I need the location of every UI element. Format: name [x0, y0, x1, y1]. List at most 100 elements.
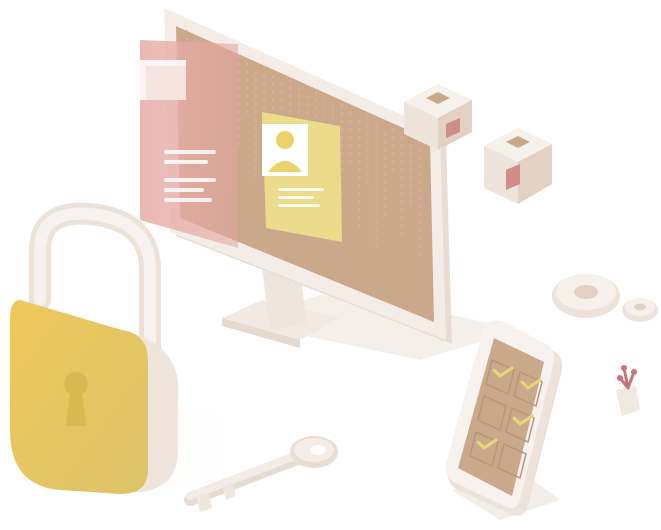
data-dot [409, 200, 412, 204]
data-dot [289, 95, 292, 99]
data-dot [323, 99, 326, 103]
data-dot [418, 188, 421, 192]
data-dot [418, 148, 421, 152]
data-dot [254, 174, 257, 178]
data-dot [418, 252, 421, 256]
data-dot [280, 83, 283, 87]
data-dot [392, 144, 395, 148]
data-dot [246, 102, 249, 106]
data-dot [358, 168, 360, 171]
data-dot [297, 87, 300, 91]
data-dot [263, 66, 266, 70]
data-dot [366, 124, 369, 128]
data-dot [358, 144, 360, 147]
data-dot [272, 91, 274, 94]
data-dot [409, 152, 412, 156]
data-dot [383, 164, 386, 168]
data-dot [375, 196, 378, 200]
data-dot [375, 204, 378, 208]
data-dot [418, 164, 421, 168]
data-dot [409, 184, 412, 188]
data-dot [315, 107, 317, 111]
data-dot [401, 184, 403, 188]
data-dot [383, 140, 386, 144]
data-dot [383, 196, 386, 200]
data-dot [418, 172, 421, 176]
data-dot [358, 176, 360, 179]
data-dot [349, 119, 352, 123]
data-dot [306, 95, 309, 99]
data-dot [358, 200, 360, 203]
data-dot [401, 232, 403, 236]
data-dot [375, 148, 378, 152]
data-dot [383, 212, 386, 216]
data-dot [375, 180, 378, 184]
data-dot [358, 120, 360, 123]
gear-icon [622, 298, 658, 322]
data-dot [349, 111, 352, 115]
data-dot [418, 228, 421, 232]
data-dot [254, 94, 257, 98]
data-dot [315, 115, 317, 119]
data-dot [272, 99, 274, 102]
data-dot [358, 192, 360, 195]
data-dot [375, 124, 378, 128]
data-dot [289, 111, 292, 115]
data-dot [254, 126, 257, 130]
data-dot [401, 192, 403, 196]
data-dot [246, 62, 249, 66]
data-dot [280, 99, 283, 103]
gear-icon [552, 274, 620, 318]
data-dot [401, 200, 403, 204]
data-dot [401, 216, 403, 220]
data-dot [306, 111, 309, 115]
data-dot [340, 119, 343, 123]
data-dot [383, 172, 386, 176]
data-dot [254, 166, 257, 170]
data-dot [323, 107, 326, 111]
data-dot [272, 75, 274, 78]
data-dot [375, 188, 378, 192]
data-dot [340, 183, 343, 187]
data-dot [366, 180, 369, 184]
data-dot [392, 168, 395, 172]
data-dot [289, 103, 292, 107]
data-dot [254, 110, 257, 114]
data-dot [263, 74, 266, 78]
data-dot [254, 134, 257, 138]
data-dot [246, 78, 249, 82]
data-dot [401, 136, 403, 140]
data-dot [418, 236, 421, 240]
data-dot [323, 115, 326, 119]
data-dot [409, 176, 412, 180]
data-dot [418, 196, 421, 200]
data-dot [280, 107, 283, 111]
data-dot [418, 204, 421, 208]
data-dot [332, 115, 335, 119]
data-dot [366, 132, 369, 136]
padlock-icon [10, 202, 250, 494]
data-dot [358, 208, 360, 211]
smartphone-icon [445, 320, 563, 520]
data-dot [315, 91, 317, 95]
data-dot [401, 160, 403, 164]
data-dot [366, 116, 369, 120]
data-dot [383, 132, 386, 136]
data-dot [263, 82, 266, 86]
data-dot [418, 180, 421, 184]
data-dot [401, 152, 403, 156]
data-dot [254, 150, 257, 154]
data-dot [297, 95, 300, 99]
data-dot [409, 160, 412, 164]
data-dot [383, 180, 386, 184]
data-dot [401, 224, 403, 228]
data-dot [263, 90, 266, 94]
data-dot [383, 148, 386, 152]
data-dot [340, 159, 343, 163]
data-dot [375, 140, 378, 144]
data-dot [254, 70, 257, 74]
data-dot [392, 160, 395, 164]
data-dot [366, 164, 369, 168]
data-dot [358, 152, 360, 155]
security-illustration [0, 0, 661, 530]
